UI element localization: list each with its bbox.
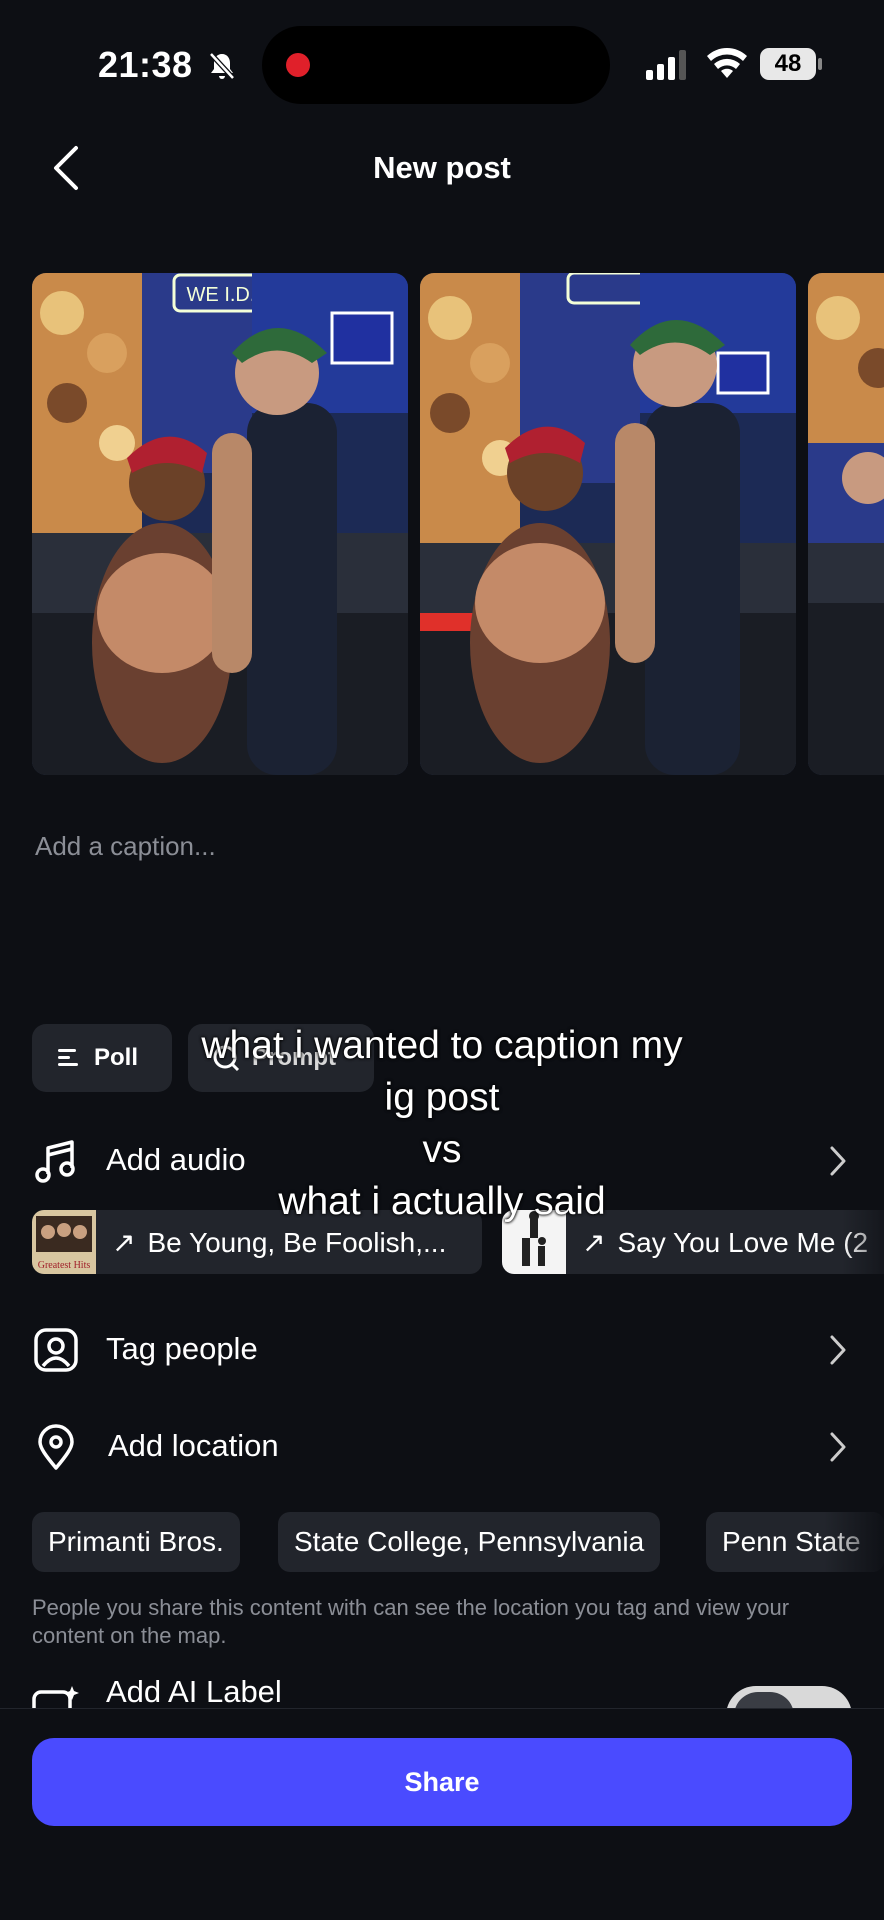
carousel-photo-2[interactable] (420, 273, 796, 775)
overlay-line-4: what i actually said (278, 1180, 606, 1223)
audio-title-1: Be Young, Be Foolish,... (147, 1226, 447, 1258)
battery-icon: 48 (760, 48, 822, 80)
audio-title-2: Say You Love Me (2 (617, 1226, 869, 1258)
recording-dot-icon (286, 53, 310, 77)
location-pin-icon (38, 1424, 74, 1470)
chevron-right-icon[interactable] (828, 1333, 848, 1367)
wifi-icon (707, 48, 747, 78)
status-time: 21:38 (98, 44, 193, 85)
overlay-caption-text: what i wanted to caption my ig post vs w… (0, 1020, 884, 1228)
add-location-label[interactable]: Add location (108, 1428, 279, 1464)
ai-label-icon (32, 1686, 79, 1708)
svg-text:Greatest Hits: Greatest Hits (38, 1260, 91, 1271)
ai-label-toggle[interactable] (726, 1686, 852, 1708)
cellular-signal-icon (646, 50, 686, 80)
location-privacy-note: People you share this content with can s… (32, 1595, 790, 1648)
tag-people-label[interactable]: Tag people (106, 1331, 258, 1367)
overlay-line-1: what i wanted to caption my (201, 1024, 683, 1067)
overlay-line-2: ig post (384, 1076, 500, 1119)
location-chip-3[interactable]: Penn State (706, 1512, 884, 1572)
trending-arrow-icon: ↗ (112, 1226, 136, 1258)
chevron-right-icon[interactable] (828, 1430, 848, 1464)
carousel-photo-3[interactable] (808, 273, 884, 775)
battery-level: 48 (760, 48, 816, 80)
neon-sign-text: WE I.D. (187, 284, 256, 306)
overlay-line-3: vs (422, 1128, 462, 1171)
share-button[interactable]: Share (32, 1738, 852, 1826)
location-chip-2[interactable]: State College, Pennsylvania (278, 1512, 661, 1572)
tag-person-icon (34, 1328, 78, 1372)
divider (0, 1708, 884, 1709)
ai-label-text: Add AI Label (106, 1674, 282, 1708)
dynamic-island (262, 26, 610, 104)
status-bar: 21:38 48 (0, 0, 884, 130)
bell-slash-icon (209, 52, 235, 80)
carousel-photo-1[interactable]: WE I.D. (32, 273, 408, 775)
page-title: New post (373, 150, 511, 185)
caption-input[interactable]: Add a caption... (35, 831, 216, 862)
ai-label-row[interactable]: Add AI Label (0, 1668, 884, 1708)
trending-arrow-icon: ↗ (582, 1226, 606, 1258)
media-carousel[interactable]: WE I.D. (32, 273, 884, 775)
location-chip-1[interactable]: Primanti Bros. (32, 1512, 240, 1572)
